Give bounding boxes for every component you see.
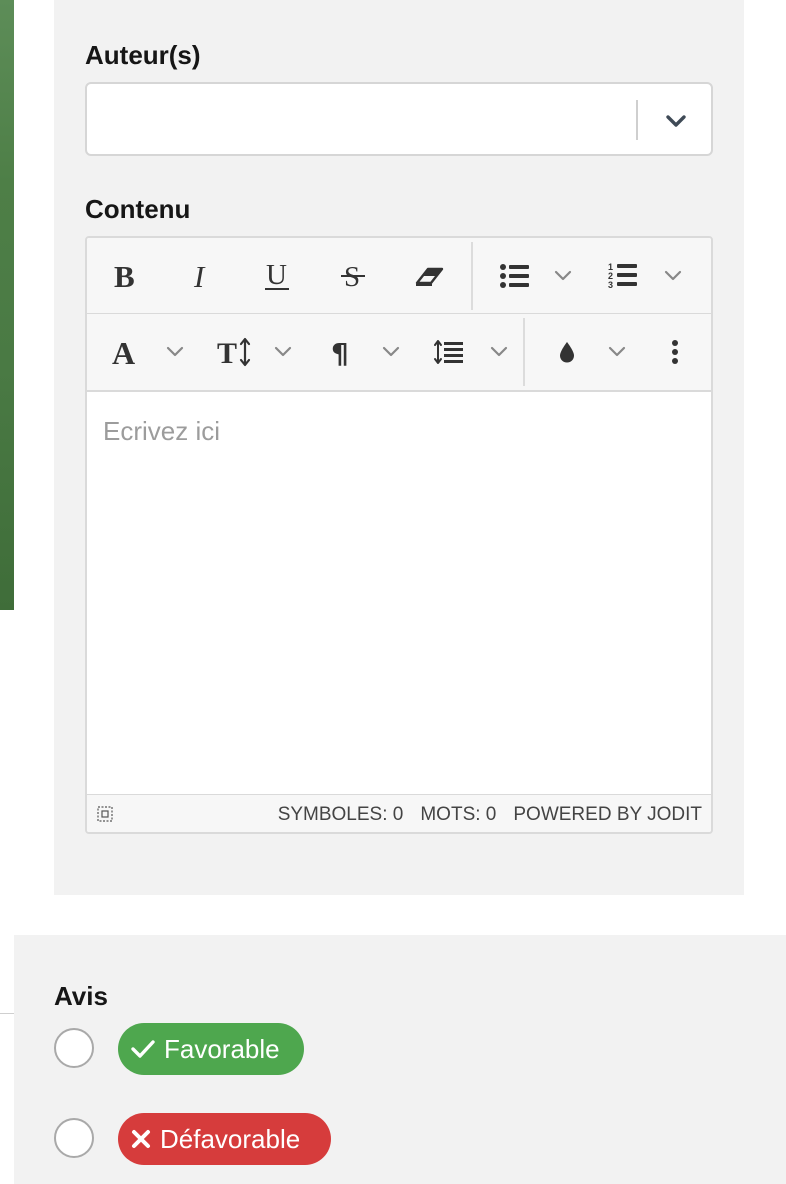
- favorable-label: Favorable: [164, 1033, 280, 1064]
- authors-label: Auteur(s): [85, 40, 201, 70]
- svg-text:3: 3: [608, 280, 613, 290]
- chevron-down-icon[interactable]: [663, 108, 689, 134]
- font-icon: A: [112, 337, 135, 367]
- bold-icon: B: [114, 262, 135, 290]
- chevron-down-icon: [608, 346, 626, 357]
- check-icon: [130, 1038, 156, 1060]
- strikethrough-button[interactable]: S: [335, 258, 371, 294]
- svg-text:U: U: [266, 261, 287, 291]
- bold-button[interactable]: B: [107, 258, 143, 294]
- paragraph-dropdown[interactable]: [377, 338, 405, 366]
- cross-icon: [130, 1128, 152, 1150]
- radio-favorable[interactable]: [54, 1028, 94, 1068]
- ordered-list-dropdown[interactable]: [659, 262, 687, 290]
- droplet-icon: [560, 342, 574, 363]
- editor-placeholder: Ecrivez ici: [103, 416, 221, 446]
- chevron-down-icon: [166, 346, 184, 357]
- bullet-list-icon: [500, 264, 529, 288]
- underline-icon: U: [265, 261, 289, 291]
- unordered-list-button[interactable]: [497, 258, 533, 294]
- ordered-list-button[interactable]: 1 2 3: [605, 258, 641, 294]
- favorable-badge[interactable]: Favorable: [118, 1023, 304, 1075]
- powered-by-link[interactable]: POWERED BY JODIT: [513, 804, 702, 826]
- vertical-dots-icon: [672, 340, 678, 364]
- chevron-down-icon: [664, 270, 682, 281]
- font-dropdown[interactable]: [161, 338, 189, 366]
- underline-button[interactable]: U: [259, 258, 295, 294]
- text-height-icon: T: [217, 337, 251, 367]
- strikethrough-icon: S: [341, 261, 365, 291]
- avis-label: Avis: [54, 981, 108, 1011]
- source-icon[interactable]: [97, 806, 113, 822]
- italic-icon: I: [193, 262, 206, 290]
- symbol-count: SYMBOLES: 0: [277, 804, 404, 825]
- radio-defavorable[interactable]: [54, 1118, 94, 1158]
- color-button[interactable]: [549, 334, 585, 370]
- authors-select[interactable]: [85, 82, 713, 156]
- chevron-down-icon: [490, 346, 508, 357]
- font-size-dropdown[interactable]: [269, 338, 297, 366]
- svg-text:A: A: [112, 337, 135, 367]
- chevron-down-icon: [274, 346, 292, 357]
- chevron-down-icon: [554, 270, 572, 281]
- paragraph-button[interactable]: ¶: [323, 334, 359, 370]
- svg-text:T: T: [217, 337, 237, 367]
- svg-text:¶: ¶: [331, 338, 349, 366]
- rich-text-editor: B I U S 1 2 3 A T ¶ Ecrivez ici SYMBOLES…: [85, 236, 713, 834]
- color-dropdown[interactable]: [603, 338, 631, 366]
- divider: [0, 1013, 14, 1014]
- svg-text:B: B: [114, 262, 135, 290]
- paragraph-icon: ¶: [331, 338, 349, 366]
- toolbar-separator: [523, 318, 525, 386]
- editor-content-area[interactable]: Ecrivez ici: [87, 392, 711, 794]
- svg-text:I: I: [193, 262, 206, 290]
- unordered-list-dropdown[interactable]: [549, 262, 577, 290]
- toolbar-separator: [471, 242, 473, 310]
- eraser-button[interactable]: [410, 258, 450, 294]
- more-button[interactable]: [657, 334, 693, 370]
- font-button[interactable]: A: [107, 334, 143, 370]
- defavorable-badge[interactable]: Défavorable: [118, 1113, 331, 1165]
- eraser-icon: [415, 267, 444, 286]
- line-height-dropdown[interactable]: [485, 338, 513, 366]
- select-separator: [636, 100, 638, 140]
- line-height-icon: [434, 340, 463, 364]
- editor-status-bar: SYMBOLES: 0 MOTS: 0 POWERED BY JODIT: [87, 794, 711, 832]
- editor-toolbar-row-2: A T ¶: [87, 314, 711, 392]
- chevron-down-icon: [382, 346, 400, 357]
- word-count: MOTS: 0: [420, 804, 497, 825]
- numbered-list-icon: 1 2 3: [608, 262, 637, 290]
- font-size-button[interactable]: T: [213, 334, 255, 370]
- content-label: Contenu: [85, 194, 191, 224]
- line-height-button[interactable]: [431, 334, 467, 370]
- defavorable-label: Défavorable: [160, 1123, 301, 1154]
- italic-button[interactable]: I: [183, 258, 219, 294]
- editor-toolbar-row-1: B I U S 1 2 3: [87, 238, 711, 314]
